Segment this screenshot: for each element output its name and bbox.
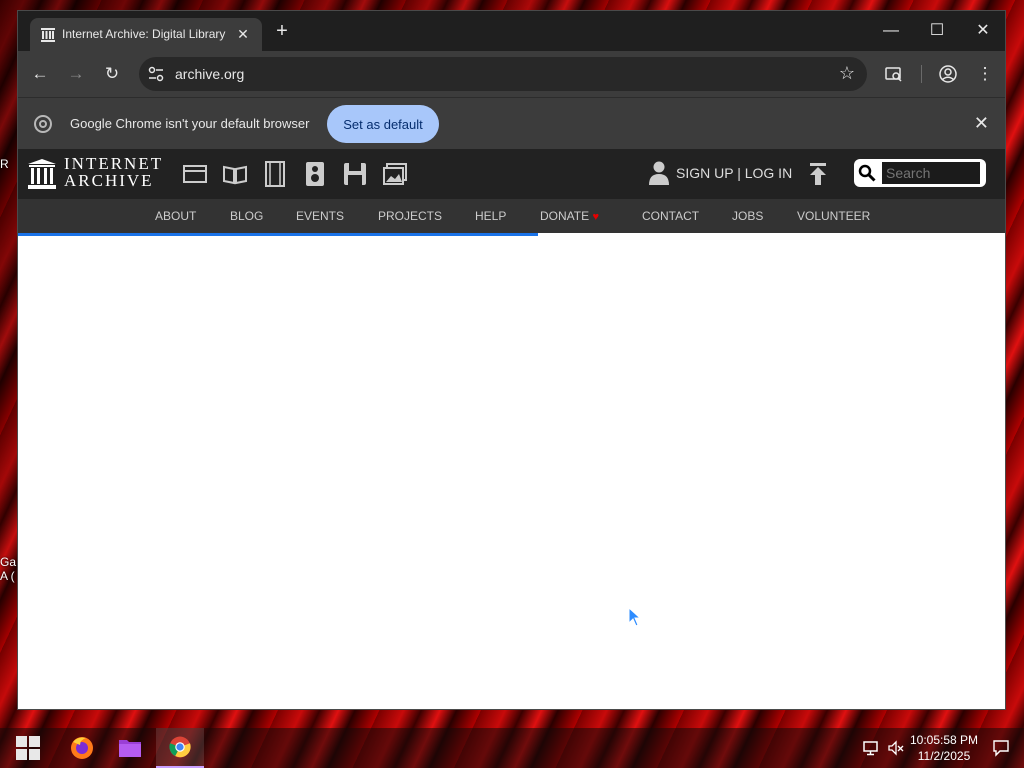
firefox-icon[interactable] xyxy=(58,728,106,768)
default-browser-infobar: Google Chrome isn't your default browser… xyxy=(18,97,1005,149)
nav-donate-label: DONATE xyxy=(540,209,590,223)
page-content-area xyxy=(18,236,1005,709)
bookmark-star-icon[interactable]: ☆ xyxy=(839,63,855,84)
browser-toolbar: ← → ↻ archive.org ☆ ⋮ xyxy=(18,51,1005,97)
nav-about[interactable]: ABOUT xyxy=(155,209,196,223)
search-icon[interactable] xyxy=(858,164,876,182)
tab-close-icon[interactable]: ✕ xyxy=(234,25,252,43)
nav-projects[interactable]: PROJECTS xyxy=(378,209,442,223)
texts-icon[interactable] xyxy=(222,161,248,187)
user-icon[interactable] xyxy=(648,161,670,185)
address-bar[interactable]: archive.org ☆ xyxy=(139,57,867,91)
nav-events[interactable]: EVENTS xyxy=(296,209,344,223)
forward-button[interactable]: → xyxy=(64,62,88,86)
nav-volunteer[interactable]: VOLUNTEER xyxy=(797,209,870,223)
back-button[interactable]: ← xyxy=(28,62,52,86)
profile-icon[interactable] xyxy=(938,64,958,84)
ia-header: INTERNET ARCHIVE SIGN UP | LOG IN Search xyxy=(18,149,1005,199)
network-icon[interactable] xyxy=(862,739,880,757)
notification-icon[interactable] xyxy=(992,739,1010,757)
reload-button[interactable]: ↻ xyxy=(100,62,124,86)
toolbar-divider xyxy=(921,65,922,83)
images-icon[interactable] xyxy=(382,161,408,187)
maximize-button[interactable]: ☐ xyxy=(917,17,957,45)
web-icon[interactable] xyxy=(182,161,208,187)
infobar-message: Google Chrome isn't your default browser xyxy=(70,116,310,131)
tab-strip: Internet Archive: Digital Library ✕ + — … xyxy=(18,11,1005,51)
ia-search-box xyxy=(854,159,986,187)
file-explorer-folder-icon[interactable] xyxy=(106,728,154,768)
clock-date: 11/2/2025 xyxy=(917,749,971,763)
nav-help[interactable]: HELP xyxy=(475,209,506,223)
desktop-label-fragment: R xyxy=(0,157,9,171)
site-settings-icon[interactable] xyxy=(147,65,165,83)
ia-logo-line1: INTERNET xyxy=(64,154,164,173)
set-as-default-button[interactable]: Set as default xyxy=(327,105,439,143)
signup-login-link[interactable]: SIGN UP | LOG IN xyxy=(676,165,792,181)
menu-kebab-icon[interactable]: ⋮ xyxy=(973,62,997,86)
nav-blog[interactable]: BLOG xyxy=(230,209,263,223)
url-text[interactable]: archive.org xyxy=(175,66,244,82)
infobar-close-icon[interactable]: ✕ xyxy=(974,113,989,134)
tab-internet-archive[interactable]: Internet Archive: Digital Library ✕ xyxy=(30,18,262,51)
ia-logo-text[interactable]: INTERNET ARCHIVE xyxy=(64,155,163,189)
ia-logo-line2: ARCHIVE xyxy=(64,171,154,190)
close-window-button[interactable]: ✕ xyxy=(963,17,1003,45)
audio-icon[interactable] xyxy=(302,161,328,187)
ia-nav-bar: ABOUT BLOG EVENTS PROJECTS HELP DONATE ♥… xyxy=(18,199,1005,233)
taskbar: 10:05:58 PM 11/2/2025 xyxy=(0,728,1024,768)
ia-logo-icon[interactable] xyxy=(28,159,56,189)
heart-icon: ♥ xyxy=(592,211,599,223)
video-icon[interactable] xyxy=(262,161,288,187)
upload-icon[interactable] xyxy=(808,162,828,186)
new-tab-button[interactable]: + xyxy=(270,20,294,44)
clock-time: 10:05:58 PM xyxy=(909,733,979,747)
volume-muted-icon[interactable] xyxy=(887,739,905,757)
tab-title: Internet Archive: Digital Library xyxy=(62,27,226,41)
start-menu-icon[interactable] xyxy=(4,728,52,768)
nav-contact[interactable]: CONTACT xyxy=(642,209,699,223)
minimize-button[interactable]: — xyxy=(871,17,911,45)
archive-favicon-icon xyxy=(41,28,55,42)
desktop-label-fragment: Ga xyxy=(0,555,17,569)
chrome-window: Internet Archive: Digital Library ✕ + — … xyxy=(17,10,1006,710)
search-input[interactable] xyxy=(882,162,980,184)
system-clock[interactable]: 10:05:58 PM 11/2/2025 xyxy=(906,732,982,764)
google-lens-icon[interactable] xyxy=(884,64,904,84)
software-icon[interactable] xyxy=(342,161,368,187)
desktop-label-fragment: A ( xyxy=(0,569,15,583)
chrome-taskbar-icon[interactable] xyxy=(156,728,204,768)
nav-donate[interactable]: DONATE ♥ xyxy=(540,209,599,223)
chrome-logo-icon xyxy=(34,115,52,133)
mouse-cursor-icon xyxy=(628,607,640,627)
nav-jobs[interactable]: JOBS xyxy=(732,209,763,223)
